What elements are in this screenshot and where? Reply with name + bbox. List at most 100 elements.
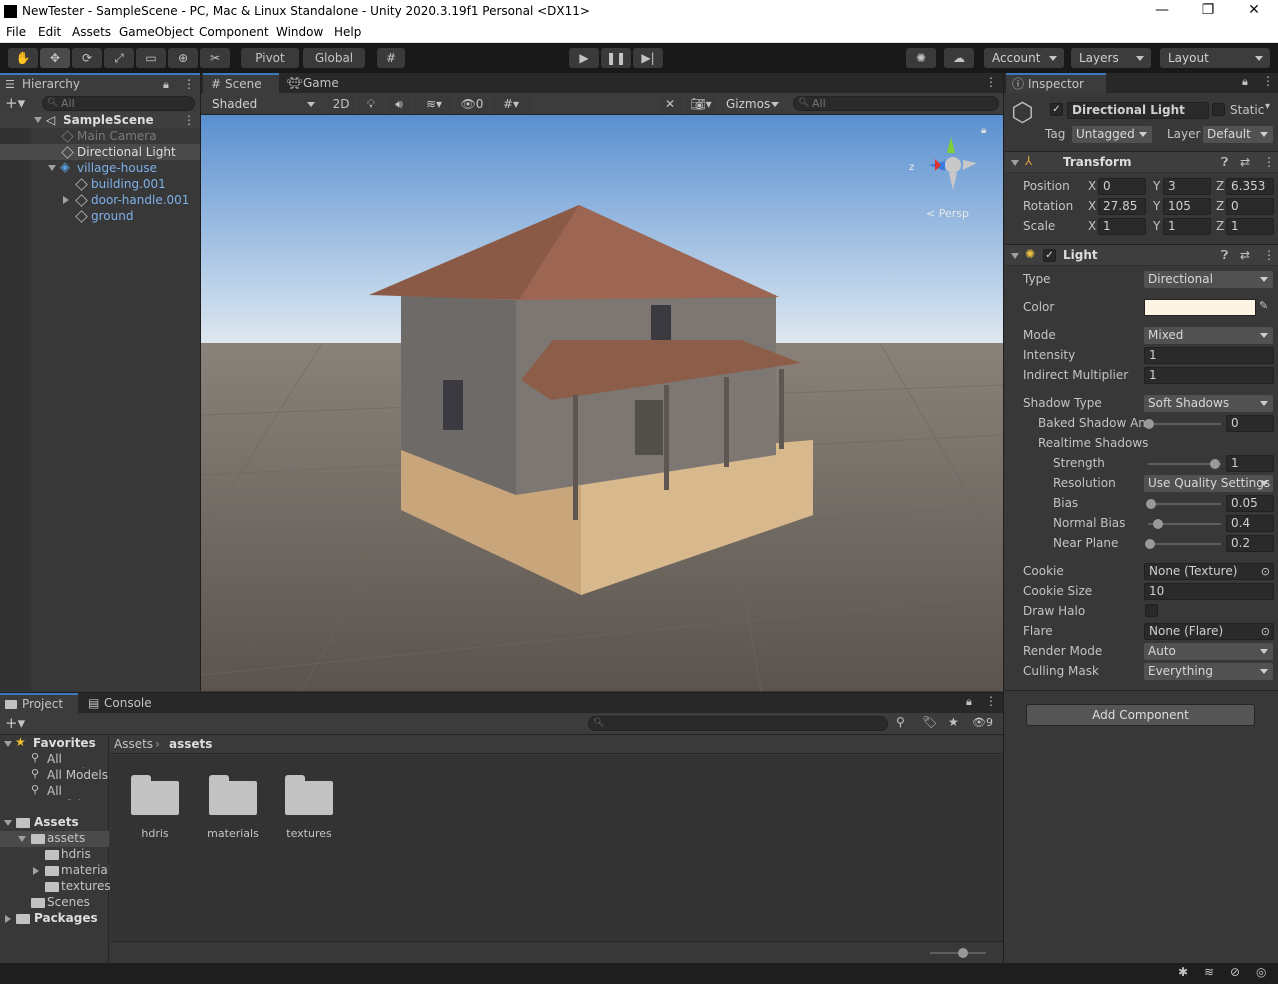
progress-icon[interactable]: ◎: [1256, 965, 1266, 979]
hand-tool-icon[interactable]: ✋: [8, 48, 38, 68]
scene-menu-icon[interactable]: ⋮: [985, 75, 997, 89]
audio-toggle-icon[interactable]: 🔊︎: [387, 94, 411, 114]
flare-object-field[interactable]: None (Flare) ⊙: [1144, 623, 1274, 640]
favorite-item[interactable]: ⚲ All Prefabs: [0, 784, 109, 800]
tree-item-assets[interactable]: assets: [0, 831, 109, 847]
position-z-field[interactable]: 6.353: [1226, 178, 1274, 195]
minimize-button[interactable]: —: [1152, 2, 1172, 18]
transform-tool-icon[interactable]: ⊕: [168, 48, 198, 68]
hidden-packages-toggle[interactable]: 👁︎9: [972, 716, 993, 729]
help-icon[interactable]: ❓︎: [1221, 155, 1228, 170]
rotation-y-field[interactable]: 105: [1163, 198, 1211, 215]
folder-item-hdris[interactable]: hdris: [127, 775, 183, 845]
normal-bias-slider-handle[interactable]: [1153, 519, 1163, 529]
baked-shadow-slider-handle[interactable]: [1144, 419, 1154, 429]
favorite-item[interactable]: ⚲ All Materia: [0, 752, 109, 768]
cookie-size-field[interactable]: 10: [1144, 583, 1274, 600]
account-dropdown[interactable]: Account: [984, 48, 1064, 68]
object-picker-icon[interactable]: ⊙: [1261, 624, 1270, 639]
expand-arrow-icon[interactable]: [48, 165, 56, 171]
hierarchy-item-directional-light[interactable]: Directional Light: [0, 144, 200, 160]
cache-icon[interactable]: ≋: [1204, 965, 1214, 979]
assets-root-row[interactable]: Assets: [0, 815, 109, 831]
folder-item-textures[interactable]: textures: [280, 775, 338, 845]
light-header[interactable]: ✺ ✓ Light ❓︎ ⇄ ⋮: [1005, 244, 1278, 266]
static-dropdown[interactable]: Static: [1230, 103, 1264, 117]
fold-arrow-icon[interactable]: [1011, 160, 1019, 166]
menu-assets[interactable]: Assets: [72, 25, 111, 39]
strength-slider-handle[interactable]: [1210, 459, 1220, 469]
bias-field[interactable]: 0.05: [1226, 495, 1274, 512]
rect-tool-icon[interactable]: ▭: [136, 48, 166, 68]
move-tool-icon[interactable]: ✥: [40, 48, 70, 68]
global-toggle[interactable]: Global: [303, 48, 365, 68]
scale-z-field[interactable]: 1: [1226, 218, 1274, 235]
transform-header[interactable]: ⅄ Transform ❓︎ ⇄ ⋮: [1005, 151, 1278, 173]
breadcrumb-root[interactable]: Assets: [114, 737, 153, 751]
hierarchy-item-village-house[interactable]: ◈ village-house: [0, 160, 200, 176]
light-type-dropdown[interactable]: Directional: [1144, 271, 1273, 288]
tab-scene[interactable]: # Scene: [203, 73, 279, 93]
hierarchy-item-ground[interactable]: ground: [0, 208, 200, 224]
auto-generate-icon[interactable]: ⊘: [1230, 965, 1240, 979]
baked-shadow-field[interactable]: 0: [1226, 415, 1274, 432]
scale-y-field[interactable]: 1: [1163, 218, 1211, 235]
near-plane-field[interactable]: 0.2: [1226, 535, 1274, 552]
expand-arrow-icon[interactable]: [63, 196, 69, 204]
scene-viewport[interactable]: z 🔒︎ < Persp: [201, 115, 1004, 691]
expand-arrow-icon[interactable]: [5, 915, 11, 923]
custom-tool-icon[interactable]: ✂: [200, 48, 230, 68]
expand-arrow-icon[interactable]: [33, 867, 39, 875]
hierarchy-item-door-handle[interactable]: door-handle.001: [0, 192, 200, 208]
rotation-z-field[interactable]: 0: [1226, 198, 1274, 215]
intensity-field[interactable]: 1: [1144, 347, 1274, 364]
gizmo-lock-icon[interactable]: 🔒︎: [981, 125, 986, 136]
grid-dropdown-icon[interactable]: #▾: [492, 94, 530, 114]
expand-arrow-icon[interactable]: [34, 117, 42, 123]
lighting-toggle-icon[interactable]: 💡︎: [359, 94, 383, 114]
filter-label-icon[interactable]: 🏷︎: [922, 715, 937, 729]
scale-tool-icon[interactable]: ⤢: [104, 48, 134, 68]
near-plane-slider-handle[interactable]: [1145, 539, 1155, 549]
cookie-object-field[interactable]: None (Texture) ⊙: [1144, 563, 1274, 580]
orientation-gizmo[interactable]: z: [909, 135, 989, 205]
preset-icon[interactable]: ⇄: [1240, 155, 1250, 169]
tag-dropdown[interactable]: Untagged: [1072, 126, 1152, 143]
project-search-input[interactable]: 🔍︎: [588, 716, 888, 731]
maximize-button[interactable]: ❐: [1198, 2, 1218, 18]
scene-search-input[interactable]: 🔍︎ All: [793, 96, 999, 111]
favorites-row[interactable]: ★ Favorites: [0, 735, 109, 752]
menu-edit[interactable]: Edit: [38, 25, 61, 39]
bias-slider-track[interactable]: [1148, 503, 1221, 505]
shading-mode-dropdown[interactable]: Shaded: [204, 94, 322, 114]
object-name-input[interactable]: Directional Light: [1067, 102, 1209, 119]
hierarchy-search-input[interactable]: 🔍︎ All: [42, 96, 195, 111]
create-plus-icon[interactable]: +▾: [5, 714, 25, 732]
light-enabled-checkbox[interactable]: ✓: [1043, 249, 1056, 262]
menu-window[interactable]: Window: [276, 25, 323, 39]
panel-menu-icon[interactable]: ⋮: [183, 75, 195, 93]
cloud-icon[interactable]: ☁: [944, 48, 974, 68]
scene-root-row[interactable]: ◁ SampleScene ⋮: [0, 112, 200, 128]
tools-icon[interactable]: ✕: [658, 94, 682, 114]
lock-icon[interactable]: 🔒︎: [163, 76, 169, 94]
tree-item-textures[interactable]: textures: [0, 879, 111, 895]
create-plus-icon[interactable]: +▾: [5, 94, 25, 112]
culling-mask-dropdown[interactable]: Everything: [1144, 663, 1273, 680]
persp-label[interactable]: < Persp: [926, 207, 969, 220]
near-plane-slider-track[interactable]: [1148, 543, 1221, 545]
strength-field[interactable]: 1: [1226, 455, 1274, 472]
rotate-tool-icon[interactable]: ⟳: [72, 48, 102, 68]
layers-dropdown[interactable]: Layers: [1071, 48, 1151, 68]
play-button[interactable]: ▶: [569, 48, 599, 68]
lock-icon[interactable]: 🔒︎: [1242, 75, 1248, 89]
menu-file[interactable]: File: [6, 25, 26, 39]
hierarchy-item-building[interactable]: building.001: [0, 176, 200, 192]
favorite-item[interactable]: ⚲ All Models: [0, 768, 109, 784]
filter-type-icon[interactable]: ⚲: [896, 715, 905, 729]
tab-hierarchy[interactable]: ☰ Hierarchy 🔒︎ ⋮: [0, 73, 200, 93]
tree-item-hdris[interactable]: hdris: [0, 847, 109, 863]
render-mode-dropdown[interactable]: Auto: [1144, 643, 1273, 660]
active-checkbox[interactable]: ✓: [1050, 103, 1063, 116]
eyedropper-icon[interactable]: ✎: [1259, 299, 1268, 312]
